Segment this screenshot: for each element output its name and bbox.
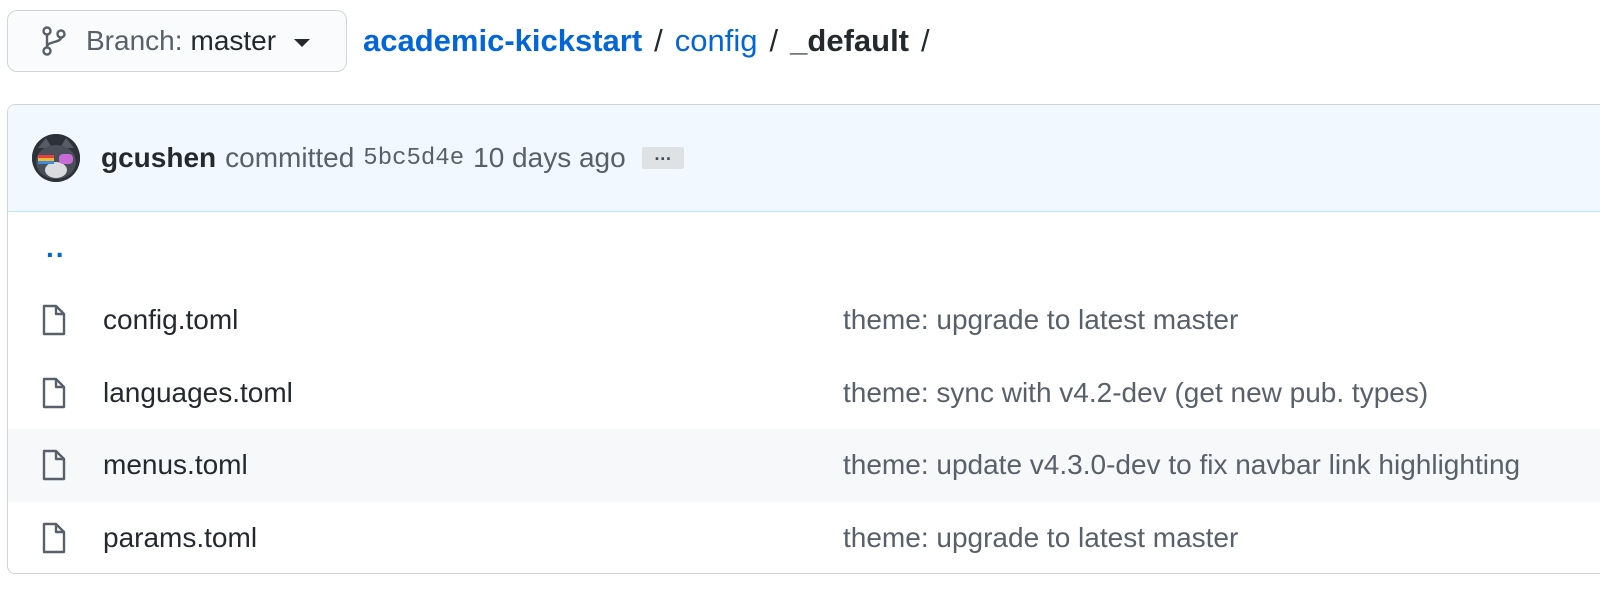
file-icon — [41, 449, 69, 481]
file-name-link[interactable]: params.toml — [103, 522, 843, 554]
expand-commit-message-button[interactable]: … — [641, 145, 684, 169]
breadcrumb-separator: / — [769, 23, 779, 58]
file-commit-message-link[interactable]: theme: sync with v4.2-dev (get new pub. … — [843, 377, 1428, 409]
git-branch-icon — [40, 25, 70, 57]
commit-sha[interactable]: 5bc5d4e — [363, 145, 464, 172]
file-name-link[interactable]: menus.toml — [103, 449, 843, 481]
file-name-link[interactable]: config.toml — [103, 304, 843, 336]
file-commit-message-link[interactable]: theme: upgrade to latest master — [843, 304, 1238, 336]
branch-name: master — [190, 25, 277, 56]
file-icon — [41, 304, 69, 336]
avatar[interactable] — [32, 134, 80, 182]
file-name-link[interactable]: languages.toml — [103, 377, 843, 409]
file-list-box: gcushen committed 5bc5d4e 10 days ago … … — [7, 104, 1600, 574]
commit-author[interactable]: gcushen — [101, 142, 216, 174]
breadcrumb-repo-link[interactable]: academic-kickstart — [363, 23, 642, 59]
file-row[interactable]: config.toml theme: upgrade to latest mas… — [8, 284, 1600, 357]
commit-info: gcushen committed 5bc5d4e 10 days ago … — [101, 142, 684, 174]
breadcrumb: academic-kickstart / config / _default / — [363, 23, 942, 59]
breadcrumb-separator: / — [921, 23, 930, 58]
commit-time: 10 days ago — [473, 142, 626, 173]
parent-directory-link[interactable]: .. — [8, 212, 1600, 284]
file-row[interactable]: menus.toml theme: update v4.3.0-dev to f… — [8, 429, 1600, 502]
caret-down-icon — [294, 38, 311, 47]
file-icon — [41, 377, 69, 409]
branch-label: Branch: — [86, 25, 183, 56]
breadcrumb-current: _default — [790, 23, 910, 58]
file-commit-message-link[interactable]: theme: update v4.3.0-dev to fix navbar l… — [843, 449, 1520, 481]
file-commit-message-link[interactable]: theme: upgrade to latest master — [843, 522, 1238, 554]
file-row[interactable]: languages.toml theme: sync with v4.2-dev… — [8, 357, 1600, 430]
file-navigation: Branch: master academic-kickstart / conf… — [7, 10, 942, 72]
breadcrumb-separator: / — [654, 23, 663, 58]
breadcrumb-folder-link[interactable]: config — [675, 23, 758, 59]
branch-select-button[interactable]: Branch: master — [7, 10, 347, 72]
latest-commit-bar: gcushen committed 5bc5d4e 10 days ago … — [8, 105, 1600, 212]
file-row[interactable]: params.toml theme: upgrade to latest mas… — [8, 502, 1600, 574]
commit-action: committed — [225, 142, 355, 173]
file-icon — [41, 522, 69, 554]
